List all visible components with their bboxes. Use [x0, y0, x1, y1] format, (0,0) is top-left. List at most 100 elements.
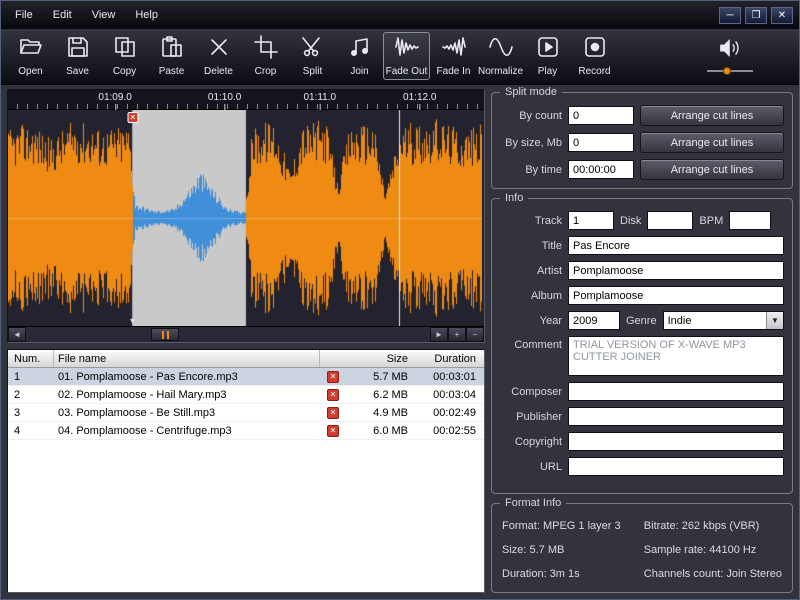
url-input[interactable]: [568, 457, 784, 476]
crop-button[interactable]: Crop: [242, 32, 289, 80]
track-label: Track: [534, 214, 562, 227]
file-row[interactable]: 1 01. Pomplamoose - Pas Encore.mp3 ✕ 5.7…: [8, 368, 484, 386]
menu-file[interactable]: File: [7, 6, 41, 24]
open-button[interactable]: Open: [7, 32, 54, 80]
ruler-minor-ticks: [8, 104, 484, 109]
maximize-button[interactable]: ❐: [745, 6, 767, 24]
remove-file-button[interactable]: ✕: [327, 370, 339, 383]
genre-select[interactable]: Indie ▼: [662, 311, 784, 330]
sine-wave-icon: [488, 35, 514, 64]
time-label: 01:11.0: [303, 92, 337, 112]
file-size: 6.0 MB: [373, 424, 408, 437]
disk-input[interactable]: [647, 211, 694, 230]
volume-slider[interactable]: [707, 66, 753, 75]
split-button[interactable]: Split: [289, 32, 336, 80]
copy-label: Copy: [112, 65, 137, 77]
column-header-duration[interactable]: Duration: [408, 353, 484, 365]
menu-edit[interactable]: Edit: [45, 6, 80, 24]
scissors-icon: [300, 35, 326, 64]
scroll-right-button[interactable]: ►: [430, 327, 448, 342]
menu-view[interactable]: View: [84, 6, 124, 24]
title-input[interactable]: [568, 236, 784, 255]
bpm-label: BPM: [699, 214, 724, 227]
menu-help[interactable]: Help: [127, 6, 166, 24]
paste-button[interactable]: Paste: [148, 32, 195, 80]
bpm-input[interactable]: [729, 211, 772, 230]
zoom-out-button[interactable]: −: [466, 327, 484, 342]
split-mode-group: Split mode By count Arrange cut lines By…: [491, 86, 793, 189]
copy-icon: [112, 35, 138, 64]
file-duration: 00:02:55: [433, 424, 476, 437]
minimize-icon: ─: [726, 9, 734, 21]
close-icon: ✕: [777, 9, 787, 21]
app-window: File Edit View Help ─ ❐ ✕ Open Save Copy…: [0, 0, 800, 600]
delete-icon: [206, 35, 232, 64]
artist-label: Artist: [536, 264, 562, 277]
normalize-button[interactable]: Normalize: [477, 32, 524, 80]
by-time-input[interactable]: [568, 160, 634, 179]
duration-value: Duration: 3m 1s: [502, 568, 580, 580]
scrollbar-thumb[interactable]: [151, 328, 180, 341]
column-header-filename[interactable]: File name: [54, 350, 320, 367]
left-column: 01:09.0 01:10.0 01:11.0 01:12.0 ✕ ▼ ◄ ► …: [7, 89, 485, 593]
window-controls: ─ ❐ ✕: [719, 6, 793, 24]
file-duration: 00:03:04: [433, 388, 476, 401]
record-button[interactable]: Record: [571, 32, 618, 80]
file-duration: 00:03:01: [433, 370, 476, 383]
remove-file-button[interactable]: ✕: [327, 424, 339, 437]
waveform-canvas[interactable]: [8, 110, 482, 326]
delete-button[interactable]: Delete: [195, 32, 242, 80]
join-button[interactable]: Join: [336, 32, 383, 80]
dropdown-arrow-icon[interactable]: ▼: [766, 312, 783, 329]
file-row[interactable]: 2 02. Pomplamoose - Hail Mary.mp3 ✕ 6.2 …: [8, 386, 484, 404]
column-header-size[interactable]: Size: [346, 353, 408, 365]
volume-knob[interactable]: [723, 66, 731, 75]
size-value: Size: 5.7 MB: [502, 544, 565, 556]
remove-file-button[interactable]: ✕: [327, 388, 339, 401]
selection-bottom-arrow-icon[interactable]: ▼: [128, 316, 137, 326]
scroll-left-button[interactable]: ◄: [8, 327, 26, 342]
scrollbar-track[interactable]: [26, 327, 430, 342]
plus-icon: +: [454, 330, 460, 339]
by-size-input[interactable]: [568, 133, 634, 152]
file-size: 4.9 MB: [373, 406, 408, 419]
comment-textarea[interactable]: TRIAL VERSION OF X-WAVE MP3 CUTTER JOINE…: [568, 336, 784, 376]
album-input[interactable]: [568, 286, 784, 305]
track-input[interactable]: [568, 211, 614, 230]
fade-out-icon: [394, 35, 420, 64]
title-bar: File Edit View Help ─ ❐ ✕: [1, 1, 799, 29]
save-button[interactable]: Save: [54, 32, 101, 80]
file-name: 02. Pomplamoose - Hail Mary.mp3: [58, 388, 227, 401]
by-count-input[interactable]: [568, 106, 634, 125]
close-button[interactable]: ✕: [771, 6, 793, 24]
minimize-button[interactable]: ─: [719, 6, 741, 24]
copy-button[interactable]: Copy: [101, 32, 148, 80]
x-marker-icon: ✕: [129, 113, 137, 122]
file-row[interactable]: 4 04. Pomplamoose - Centrifuge.mp3 ✕ 6.0…: [8, 422, 484, 440]
file-duration: 00:02:49: [433, 406, 476, 419]
arrange-cut-lines-time-button[interactable]: Arrange cut lines: [640, 159, 784, 180]
thumb-grip: [161, 330, 164, 339]
zoom-in-button[interactable]: +: [448, 327, 466, 342]
arrange-cut-lines-size-button[interactable]: Arrange cut lines: [640, 132, 784, 153]
right-arrow-icon: ►: [435, 330, 443, 339]
column-header-num[interactable]: Num.: [8, 350, 54, 367]
year-label: Year: [539, 314, 562, 327]
composer-input[interactable]: [568, 382, 784, 401]
play-button[interactable]: Play: [524, 32, 571, 80]
year-input[interactable]: [568, 311, 620, 330]
volume-control: [707, 37, 753, 75]
remove-file-button[interactable]: ✕: [327, 406, 339, 419]
file-row[interactable]: 3 03. Pomplamoose - Be Still.mp3 ✕ 4.9 M…: [8, 404, 484, 422]
fade-out-label: Fade Out: [385, 65, 428, 77]
fade-out-button[interactable]: Fade Out: [383, 31, 430, 80]
publisher-input[interactable]: [568, 407, 784, 426]
copyright-input[interactable]: [568, 432, 784, 451]
selection-start-marker[interactable]: ✕: [127, 112, 139, 123]
music-notes-icon: [347, 35, 373, 64]
arrange-cut-lines-count-button[interactable]: Arrange cut lines: [640, 105, 784, 126]
fade-in-button[interactable]: Fade In: [430, 32, 477, 80]
artist-input[interactable]: [568, 261, 784, 280]
file-num: 4: [14, 424, 21, 437]
file-size: 6.2 MB: [373, 388, 408, 401]
